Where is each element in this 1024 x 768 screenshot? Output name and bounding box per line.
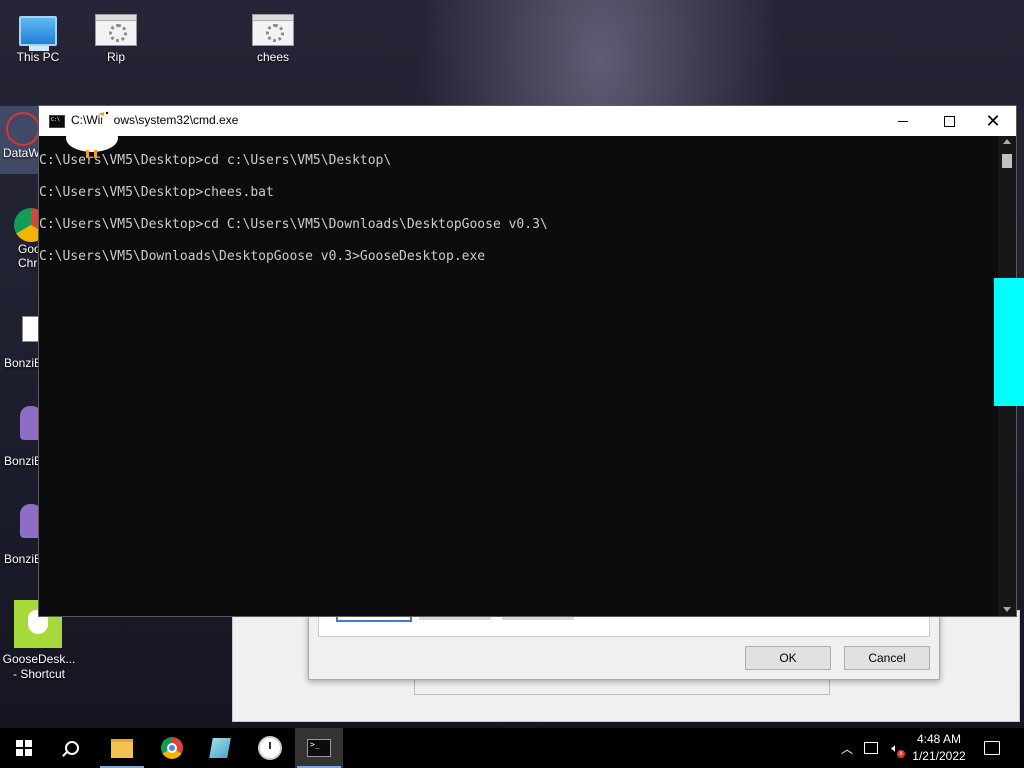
notification-icon: [984, 741, 1000, 755]
console-line: C:\Users\VM5\Desktop>chees.bat: [39, 185, 274, 200]
desktop-icon-chees[interactable]: chees: [235, 8, 311, 65]
desktop-icon-label-line2: - Shortcut: [12, 667, 66, 681]
start-button[interactable]: [0, 728, 48, 768]
cancel-button[interactable]: Cancel: [844, 646, 930, 670]
console-line: C:\Users\VM5\Downloads\DesktopGoose v0.3…: [39, 249, 486, 264]
console-output[interactable]: C:\Users\VM5\Desktop>cd c:\Users\VM5\Des…: [39, 136, 998, 616]
notepad-button[interactable]: [196, 728, 244, 768]
minimize-button[interactable]: [880, 106, 926, 136]
desktop-icon-this-pc[interactable]: This PC: [0, 8, 76, 65]
desktop-icon-label: Rip: [106, 50, 125, 64]
chrome-button[interactable]: [148, 728, 196, 768]
notepad-icon: [209, 738, 231, 758]
goose-sprite: [66, 109, 118, 158]
action-center-button[interactable]: [980, 728, 1004, 768]
clock-app-button[interactable]: [246, 728, 294, 768]
search-icon: [65, 741, 79, 755]
console-line: C:\Users\VM5\Desktop>cd C:\Users\VM5\Dow…: [39, 217, 548, 232]
network-button[interactable]: [860, 728, 882, 768]
datawrapper-icon: [6, 112, 40, 146]
desktop-icon-rip[interactable]: Rip: [78, 8, 154, 65]
clock-date: 1/21/2022: [912, 749, 966, 763]
chrome-icon: [161, 737, 183, 759]
batch-file-icon: [95, 14, 137, 46]
cmd-icon: [307, 739, 331, 757]
cyan-overlay-block: [994, 278, 1024, 406]
chevron-up-icon: ︿: [840, 741, 853, 756]
ok-button[interactable]: OK: [745, 646, 831, 670]
maximize-icon: [943, 115, 955, 127]
close-button[interactable]: ✕: [970, 106, 1016, 136]
batch-file-icon: [252, 14, 294, 46]
computer-icon: [19, 16, 57, 51]
taskbar: ︿ 🔈︎ x 4:48 AM 1/21/2022: [0, 728, 1024, 768]
title-bar[interactable]: C:\Windows\system32\cmd.exe ✕: [39, 106, 1016, 136]
close-icon: ✕: [985, 111, 1001, 131]
clock-icon: [258, 736, 282, 760]
system-clock[interactable]: 4:48 AM 1/21/2022: [906, 731, 972, 765]
file-explorer-button[interactable]: [98, 728, 146, 768]
clock-time: 4:48 AM: [916, 732, 962, 746]
cmd-window[interactable]: C:\Windows\system32\cmd.exe ✕ C:\Users\V…: [38, 105, 1017, 617]
maximize-button[interactable]: [926, 106, 972, 136]
cmd-taskbar-button[interactable]: [295, 728, 343, 768]
windows-logo-icon: [16, 740, 32, 756]
scroll-thumb[interactable]: [1002, 154, 1012, 168]
volume-button[interactable]: 🔈︎ x: [884, 728, 906, 768]
desktop-icon-label: GooseDesk...: [2, 652, 76, 666]
scroll-down-icon[interactable]: [1003, 607, 1011, 612]
muted-badge: x: [897, 750, 905, 758]
desktop-icon-label: chees: [256, 50, 290, 64]
network-icon: [864, 742, 878, 754]
minimize-icon: [898, 120, 908, 122]
folder-icon: [111, 738, 133, 758]
show-hidden-icons-button[interactable]: ︿: [838, 728, 856, 768]
scroll-up-icon[interactable]: [1003, 139, 1011, 144]
search-button[interactable]: [48, 728, 96, 768]
desktop-icon-label: This PC: [16, 50, 60, 64]
